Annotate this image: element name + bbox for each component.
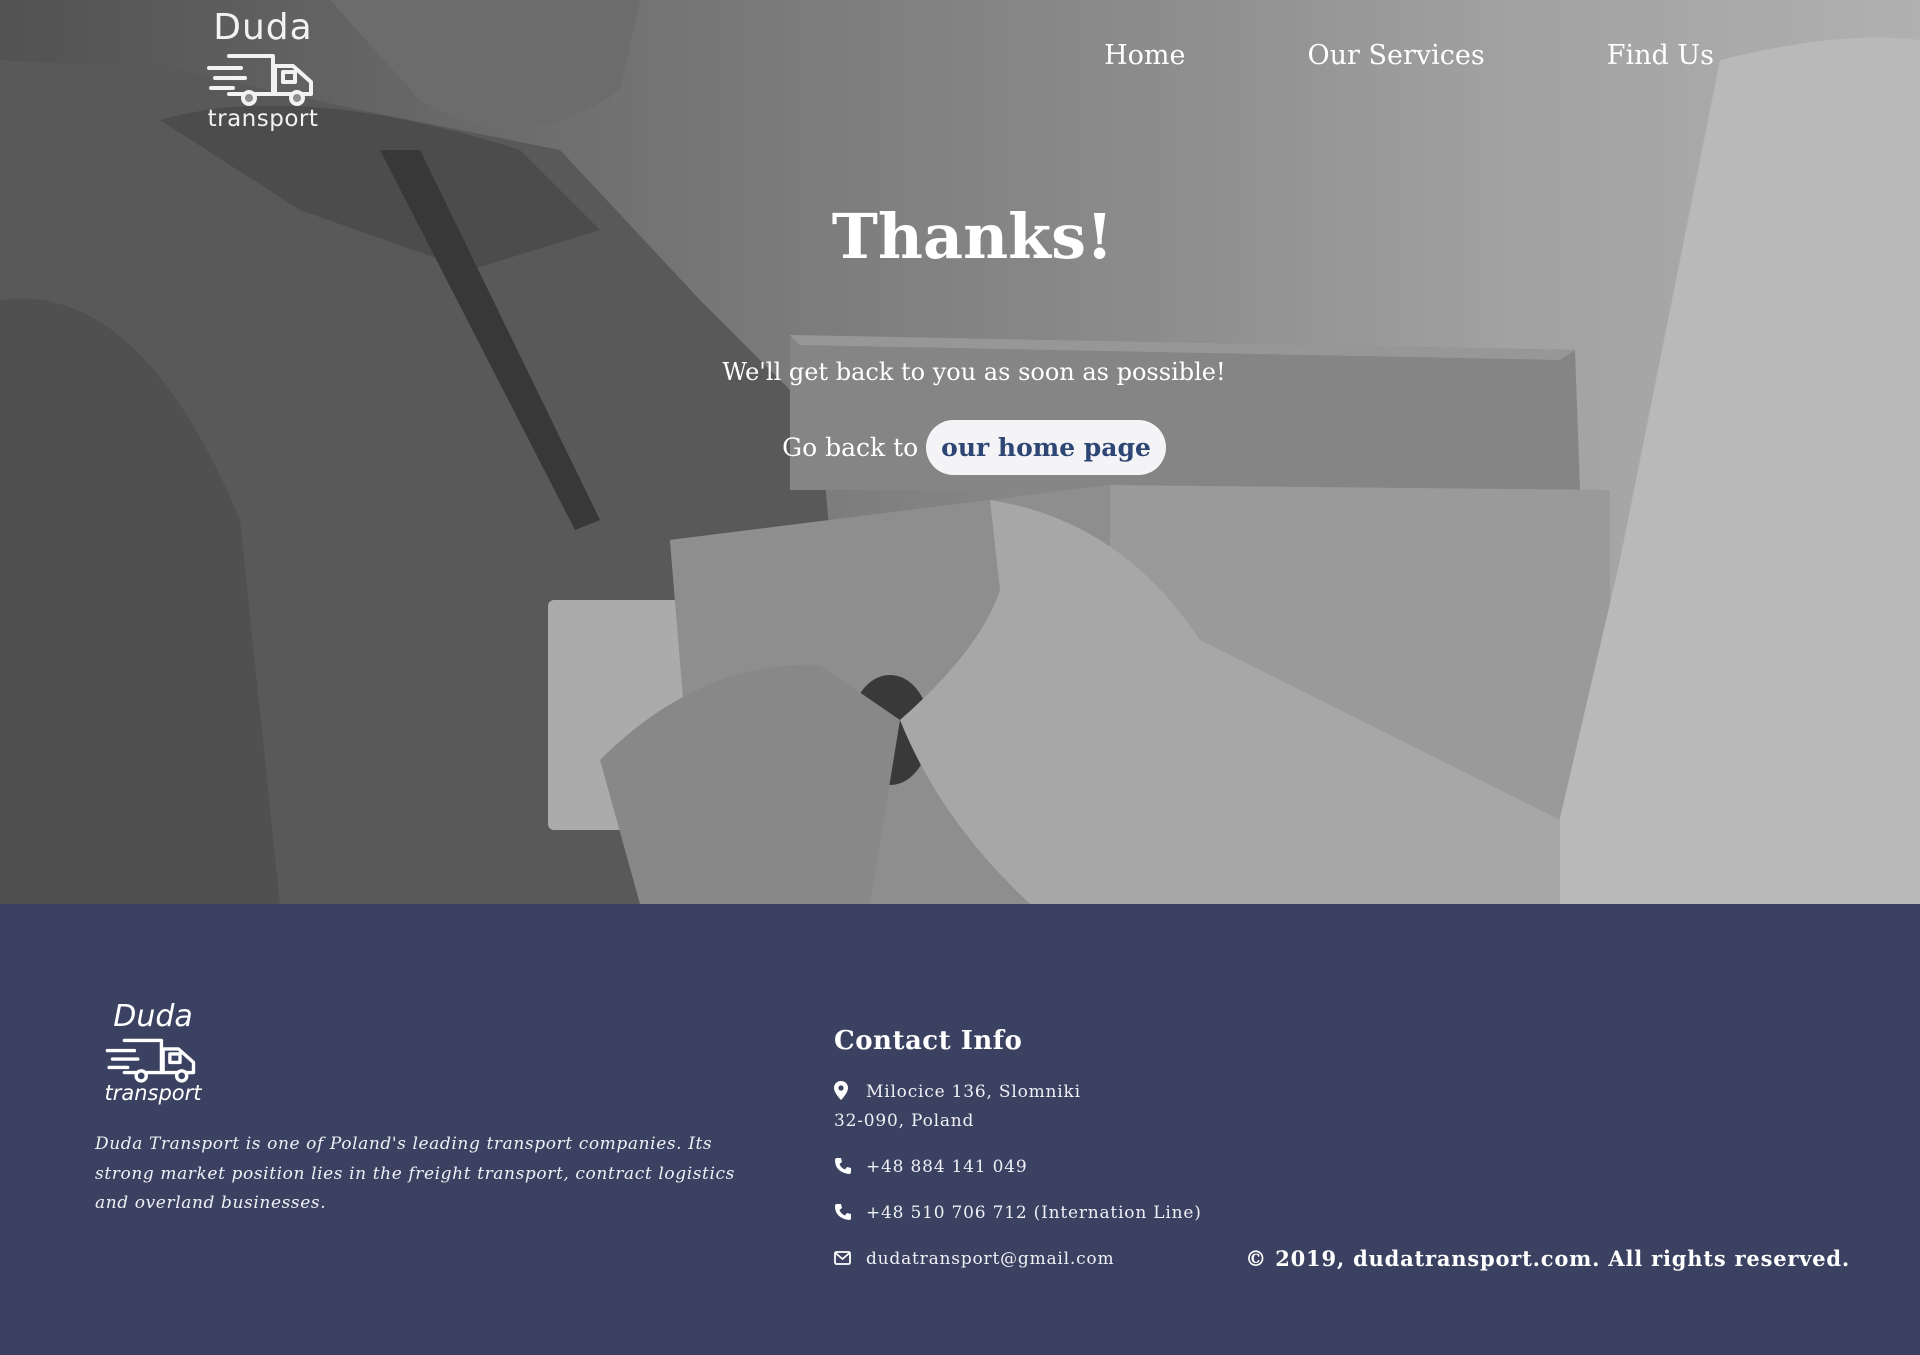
phone-number-1: +48 884 141 049 [866,1157,1028,1177]
home-page-link[interactable]: our home page [926,420,1166,475]
contact-address: Milocice 136, Slomniki 32-090, Poland [834,1078,1202,1136]
truck-icon [105,1038,196,1083]
header-logo[interactable]: Duda transport [200,10,326,131]
nav-find-us[interactable]: Find Us [1607,40,1714,71]
contact-info: Contact Info Milocice 136, Slomniki 32-0… [834,1026,1202,1291]
contact-phone-2[interactable]: +48 510 706 712 (Internation Line) [834,1199,1202,1228]
phone-icon [834,1153,866,1178]
company-description: Duda Transport is one of Poland's leadin… [95,1134,735,1213]
logo-text-duda: Duda [213,7,313,48]
logo-text-transport: transport [207,106,319,132]
back-prefix-text: Go back to [782,433,919,462]
nav-home[interactable]: Home [1104,40,1185,71]
nav-our-services[interactable]: Our Services [1308,40,1485,71]
truck-icon [207,54,313,106]
hero-section: Duda transport Home Our Services Find Us… [0,0,1920,904]
logo-text-transport: transport [104,1081,202,1105]
envelope-icon [834,1245,866,1270]
email-address: dudatransport@gmail.com [866,1249,1115,1269]
confirmation-message: We'll get back to you as soon as possibl… [722,358,1226,386]
address-line-1: Milocice 136, Slomniki [866,1082,1081,1102]
back-home-line: Go back to our home page [0,420,1920,475]
page-title: Thanks! [831,200,1114,273]
map-pin-icon [834,1078,866,1103]
contact-heading: Contact Info [834,1026,1023,1056]
phone-icon [834,1199,866,1224]
footer-logo[interactable]: Duda transport [96,1002,210,1104]
copyright-notice: © 2019, dudatransport.com. All rights re… [1245,1246,1850,1271]
contact-email[interactable]: dudatransport@gmail.com [834,1245,1202,1274]
main-nav: Home Our Services Find Us [1104,40,1714,71]
phone-number-2: +48 510 706 712 (Internation Line) [866,1203,1202,1223]
logo-text-duda: Duda [113,999,193,1034]
contact-phone-1[interactable]: +48 884 141 049 [834,1153,1202,1182]
address-line-2: 32-090, Poland [834,1111,975,1131]
footer: Duda transport Duda Transport is one of … [0,904,1920,1355]
